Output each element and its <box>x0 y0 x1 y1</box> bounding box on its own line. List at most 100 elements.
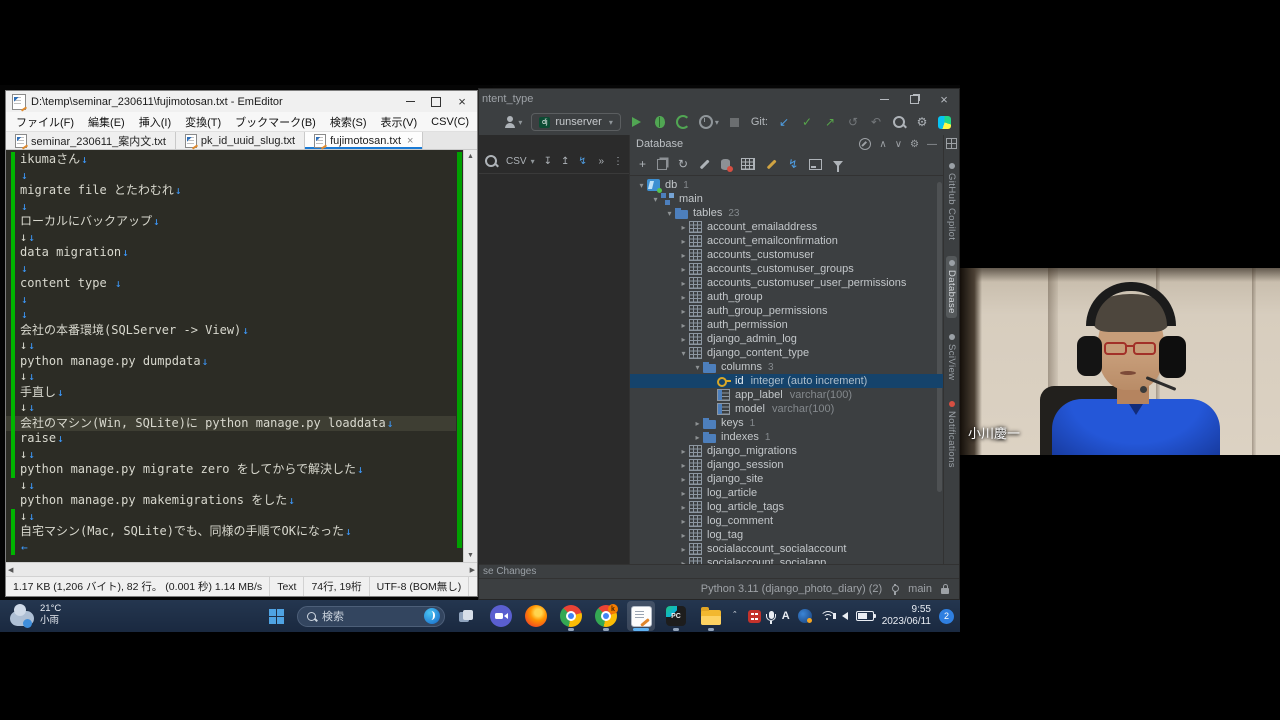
db-tree-item-tables[interactable]: ▾tables23 <box>630 206 943 220</box>
open-console-icon[interactable] <box>809 159 822 170</box>
db-tree-item-log_comment[interactable]: ▸log_comment <box>630 514 943 528</box>
scroll-left-icon[interactable]: ◀ <box>8 566 13 574</box>
taskbar-search-box[interactable]: 検索 <box>297 606 445 627</box>
db-tree-item-id[interactable]: idinteger (auto increment) <box>630 374 943 388</box>
chevron-collapsed-icon[interactable]: ▸ <box>678 489 689 498</box>
chevron-collapsed-icon[interactable]: ▸ <box>678 307 689 316</box>
csv-format-select[interactable]: CSV▾ <box>506 156 535 167</box>
battery-icon[interactable] <box>856 611 874 621</box>
db-tree-item-auth_group[interactable]: ▸auth_group <box>630 290 943 304</box>
new-datasource-icon[interactable]: + <box>639 157 646 171</box>
document-tab-2[interactable]: pk_id_uuid_slug.txt <box>176 132 305 149</box>
data-source-web-icon[interactable] <box>859 138 871 150</box>
chevron-collapsed-icon[interactable]: ▸ <box>678 531 689 540</box>
chevron-collapsed-icon[interactable]: ▸ <box>678 559 689 565</box>
chevron-collapsed-icon[interactable]: ▸ <box>678 517 689 526</box>
speaker-icon[interactable] <box>842 612 848 620</box>
zoom-app-button[interactable] <box>487 601 515 631</box>
toolwindow-tab-database[interactable]: Database <box>946 256 957 318</box>
db-tree-item-auth_group_permissions[interactable]: ▸auth_group_permissions <box>630 304 943 318</box>
filter-icon[interactable] <box>833 161 843 167</box>
db-tree-item-django_content_type[interactable]: ▾django_content_type <box>630 346 943 360</box>
pycharm-titlebar[interactable]: ntent_type × <box>479 89 959 109</box>
menu-item-1[interactable]: ファイル(F) <box>9 113 81 131</box>
file-explorer-app-button[interactable] <box>697 601 725 631</box>
db-tree-item-keys[interactable]: ▸keys1 <box>630 416 943 430</box>
duplicate-icon[interactable] <box>657 159 667 170</box>
settings-gear-icon[interactable]: ⚙ <box>915 114 929 130</box>
stop-button[interactable] <box>728 114 742 130</box>
rollback-icon[interactable]: ↶ <box>869 114 883 130</box>
firefox-app-button[interactable] <box>522 601 550 631</box>
wifi-icon[interactable] <box>820 611 834 621</box>
close-button[interactable]: × <box>929 91 959 108</box>
db-tree-item-log_article_tags[interactable]: ▸log_article_tags <box>630 500 943 514</box>
toolwindow-tab-notifications[interactable]: Notifications <box>946 397 957 472</box>
restore-button[interactable] <box>899 91 929 108</box>
chevron-expanded-icon[interactable]: ▾ <box>664 209 675 218</box>
tray-app-icon[interactable] <box>748 610 761 623</box>
document-tab-3[interactable]: fujimotosan.txt× <box>305 132 423 149</box>
chevron-collapsed-icon[interactable]: ▸ <box>678 461 689 470</box>
search-icon[interactable] <box>485 155 497 167</box>
ime-mode-indicator[interactable]: A <box>782 610 790 622</box>
chevron-collapsed-icon[interactable]: ▸ <box>692 433 703 442</box>
git-commit-icon[interactable]: ✓ <box>800 114 814 130</box>
chevron-collapsed-icon[interactable]: ▸ <box>678 265 689 274</box>
minimize-button[interactable] <box>869 91 899 108</box>
more-actions-icon[interactable]: » <box>598 156 604 167</box>
microphone-tray-icon[interactable] <box>769 611 774 619</box>
cloud-sync-tray-icon[interactable] <box>798 609 812 623</box>
run-configuration-select[interactable]: dj runserver ▾ <box>531 113 620 131</box>
db-tree-item-django_migrations[interactable]: ▸django_migrations <box>630 444 943 458</box>
start-button[interactable] <box>262 601 290 631</box>
db-tree-item-auth_permission[interactable]: ▸auth_permission <box>630 318 943 332</box>
minimize-button[interactable] <box>397 93 423 110</box>
view-data-icon[interactable] <box>741 158 755 170</box>
chevron-collapsed-icon[interactable]: ▸ <box>678 223 689 232</box>
refresh-icon[interactable]: ↻ <box>678 157 688 171</box>
stripe-grid-icon[interactable] <box>946 138 957 149</box>
chevron-collapsed-icon[interactable]: ▸ <box>678 251 689 260</box>
chevron-expanded-icon[interactable]: ▾ <box>650 195 661 204</box>
vertical-scrollbar[interactable]: ▲ ▼ <box>463 150 477 562</box>
db-tree-item-socialaccount_socialapp[interactable]: ▸socialaccount_socialapp <box>630 556 943 564</box>
python-interpreter-widget[interactable]: Python 3.11 (django_photo_diary) (2) <box>701 583 882 595</box>
chevron-collapsed-icon[interactable]: ▸ <box>678 475 689 484</box>
chevron-collapsed-icon[interactable]: ▸ <box>678 545 689 554</box>
editor-text-area[interactable]: ikumaさん↓↓migrate file とたわむれ↓↓ローカルにバックアップ… <box>6 150 456 562</box>
upload-icon[interactable]: ↥ <box>561 156 569 167</box>
db-tree-item-columns[interactable]: ▾columns3 <box>630 360 943 374</box>
horizontal-scrollbar[interactable]: ◀ ▶ <box>6 562 477 576</box>
chevron-collapsed-icon[interactable]: ▸ <box>692 419 703 428</box>
db-tree-item-accounts_customuser_user_permissions[interactable]: ▸accounts_customuser_user_permissions <box>630 276 943 290</box>
maximize-button[interactable] <box>423 93 449 110</box>
menu-item-7[interactable]: 表示(V) <box>374 113 425 131</box>
close-button[interactable]: × <box>449 93 475 110</box>
db-tree-item-indexes[interactable]: ▸indexes1 <box>630 430 943 444</box>
bottom-toolwindow-tab[interactable]: se Changes <box>479 564 959 578</box>
jump-to-console-icon[interactable]: ↯ <box>788 157 798 171</box>
chevron-collapsed-icon[interactable]: ▸ <box>678 447 689 456</box>
chevron-collapsed-icon[interactable]: ▸ <box>678 237 689 246</box>
chevron-expanded-icon[interactable]: ▾ <box>692 363 703 372</box>
db-tree-item-account_emailaddress[interactable]: ▸account_emailaddress <box>630 220 943 234</box>
db-tree-item-django_admin_log[interactable]: ▸django_admin_log <box>630 332 943 346</box>
db-tree-item-accounts_customuser[interactable]: ▸accounts_customuser <box>630 248 943 262</box>
chevron-collapsed-icon[interactable]: ▸ <box>678 279 689 288</box>
notification-count-badge[interactable]: 2 <box>939 609 954 624</box>
user-account-icon[interactable]: ▾ <box>504 114 522 130</box>
panel-settings-gear-icon[interactable]: ⚙ <box>910 139 919 150</box>
chevron-collapsed-icon[interactable]: ▸ <box>678 335 689 344</box>
menu-item-3[interactable]: 挿入(I) <box>132 113 178 131</box>
coverage-button[interactable]: ▾ <box>699 114 719 130</box>
menu-item-6[interactable]: 検索(S) <box>323 113 374 131</box>
tab-close-icon[interactable]: × <box>407 135 413 147</box>
search-everywhere-icon[interactable] <box>892 114 906 130</box>
run-button[interactable] <box>630 114 644 130</box>
menu-item-4[interactable]: 変換(T) <box>178 113 228 131</box>
chrome-app-button[interactable] <box>557 601 585 631</box>
menu-item-5[interactable]: ブックマーク(B) <box>228 113 323 131</box>
toolwindow-tab-github-copilot[interactable]: GitHub Copilot <box>946 159 957 244</box>
chevron-collapsed-icon[interactable]: ▸ <box>678 293 689 302</box>
